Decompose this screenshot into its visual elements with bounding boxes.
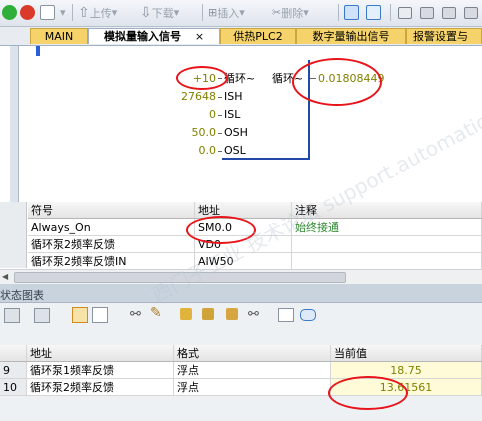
download-label: 下载	[151, 6, 174, 20]
upload-label: 上传	[89, 6, 112, 20]
lock-all-icon[interactable]	[226, 308, 238, 320]
delete-label: 删除	[281, 6, 304, 20]
format-cell[interactable]: 浮点	[173, 361, 331, 379]
delete-table-icon[interactable]	[34, 308, 50, 323]
upload-arrow-icon: ⇧	[78, 4, 90, 21]
monitor-icon[interactable]	[344, 3, 359, 22]
annotation-circle	[328, 376, 408, 410]
refresh-icon[interactable]	[464, 3, 478, 22]
pin-name-osl: OSL	[224, 144, 246, 157]
stop-icon[interactable]	[20, 3, 35, 22]
pin-name-ish: ISH	[224, 90, 243, 103]
tab-bar: MAIN 模拟量输入信号 × 供热PLC2 数字量输出信号 报警设置与	[0, 27, 482, 46]
table-view-icon[interactable]	[72, 307, 88, 323]
column-header-index	[0, 345, 27, 362]
table-row[interactable]: 9 循环泵1频率反馈 浮点 18.75	[0, 361, 482, 379]
compile-icon[interactable]	[40, 3, 55, 22]
panel-title-bar: 状态图表	[0, 284, 482, 303]
annotation-circle	[176, 66, 228, 90]
pin-value-osh[interactable]: 50.0	[150, 126, 217, 139]
chevron-down-icon: ▾	[173, 6, 180, 19]
address-cell[interactable]: 循环泵2频率反馈	[26, 378, 174, 396]
pin-line	[218, 133, 222, 134]
column-header-current-value[interactable]: 当前值	[330, 345, 482, 362]
column-header-address[interactable]: 地址	[26, 345, 174, 362]
left-gutter	[10, 46, 19, 202]
pin-name-input: 循环~	[224, 72, 256, 85]
panel-title: 状态图表	[0, 289, 44, 302]
tab-label: 报警设置与	[413, 30, 468, 43]
unlock-icon[interactable]	[202, 308, 214, 320]
symbol-cell[interactable]: 循环泵2频率反馈IN	[28, 252, 195, 270]
chevron-down-icon: ▾	[239, 6, 245, 19]
row-index: 9	[0, 361, 27, 379]
insert-icon: ⊞	[208, 6, 218, 19]
comment-cell[interactable]	[291, 252, 482, 270]
dropdown-icon[interactable]: ▾	[60, 3, 66, 22]
comment-cell[interactable]	[291, 235, 482, 253]
annotation-circle	[292, 58, 382, 106]
chart-view-icon[interactable]	[92, 307, 108, 323]
status-chart-panel: 状态图表 ⚯ ✎ ⚯ 地址 格式 当前值 9 循环泵1频率反馈 浮点 18.75…	[0, 284, 482, 421]
scroll-left-icon[interactable]: ◀	[2, 272, 12, 282]
back-icon[interactable]	[420, 3, 434, 22]
toggle-icon[interactable]	[398, 3, 412, 22]
new-table-icon[interactable]	[4, 308, 20, 323]
pin-name-isl: ISL	[224, 108, 241, 121]
symbol-cell[interactable]: 循环泵2频率反馈	[28, 235, 195, 253]
chevron-down-icon: ▾	[303, 6, 309, 19]
tab-heating-plc2[interactable]: 供热PLC2	[220, 28, 296, 44]
power-rail	[36, 46, 40, 56]
tab-analog-input[interactable]: 模拟量输入信号 ×	[88, 28, 220, 44]
network-icon[interactable]	[366, 3, 381, 22]
download-button[interactable]: ⇩ 下载 ▾	[140, 3, 179, 22]
row-gutter	[0, 202, 27, 268]
read-icon[interactable]: ⚯	[248, 307, 259, 322]
tab-digital-output[interactable]: 数字量输出信号	[296, 28, 406, 44]
tab-label: MAIN	[44, 30, 74, 43]
insert-button[interactable]: ⊞ 插入 ▾	[208, 3, 245, 22]
table-row[interactable]: 10 循环泵2频率反馈 浮点 13.61561	[0, 378, 482, 396]
column-header-symbol[interactable]: 符号	[28, 202, 195, 219]
tab-label: 供热PLC2	[233, 30, 283, 43]
tab-label: 数字量输出信号	[312, 30, 390, 43]
pin-name-osh: OSH	[224, 126, 248, 139]
pin-value-ish[interactable]: 27648	[150, 90, 216, 103]
symbol-cell[interactable]: Always_On	[28, 218, 195, 236]
pin-line	[218, 151, 222, 152]
binoculars-icon[interactable]: ⚯	[130, 307, 141, 322]
pin-value-isl[interactable]: 0	[150, 108, 216, 121]
chevron-down-icon: ▾	[111, 6, 118, 19]
tab-alarm-settings[interactable]: 报警设置与	[406, 28, 482, 44]
tab-label: 模拟量输入信号	[103, 30, 181, 43]
pin-line	[218, 115, 222, 116]
tab-main[interactable]: MAIN	[30, 28, 88, 44]
program-editor[interactable]: +10 循环~ 27648 ISH 0 ISL 50.0 OSH 0.0 OSL…	[0, 46, 482, 202]
delete-icon: ✂	[272, 6, 282, 19]
column-header-format[interactable]: 格式	[173, 345, 331, 362]
comment-icon[interactable]	[300, 309, 316, 321]
insert-label: 插入	[217, 6, 240, 20]
lock-icon[interactable]	[180, 308, 192, 320]
toolbar: ▾ ⇧ 上传 ▾ ⇩ 下载 ▾ ⊞ 插入 ▾ ✂ 删除 ▾	[0, 0, 482, 27]
pin-value-osl[interactable]: 0.0	[150, 144, 217, 157]
status-table: 地址 格式 当前值 9 循环泵1频率反馈 浮点 18.75 10 循环泵2频率反…	[0, 345, 482, 396]
download-arrow-icon: ⇩	[140, 4, 152, 21]
delete-button[interactable]: ✂ 删除 ▾	[272, 3, 309, 22]
run-icon[interactable]	[2, 3, 17, 22]
trend-icon[interactable]	[278, 308, 294, 322]
status-chart-toolbar: ⚯ ✎ ⚯	[0, 303, 482, 327]
address-cell[interactable]: 循环泵1频率反馈	[26, 361, 174, 379]
row-index: 10	[0, 378, 27, 396]
close-icon[interactable]: ×	[195, 30, 204, 43]
pin-line	[218, 97, 222, 98]
horizontal-scrollbar[interactable]: ◀	[0, 269, 482, 284]
upload-button[interactable]: ⇧ 上传 ▾	[78, 3, 117, 22]
format-cell[interactable]: 浮点	[173, 378, 331, 396]
current-value-cell: 18.75	[330, 361, 482, 379]
forward-icon[interactable]	[442, 3, 456, 22]
